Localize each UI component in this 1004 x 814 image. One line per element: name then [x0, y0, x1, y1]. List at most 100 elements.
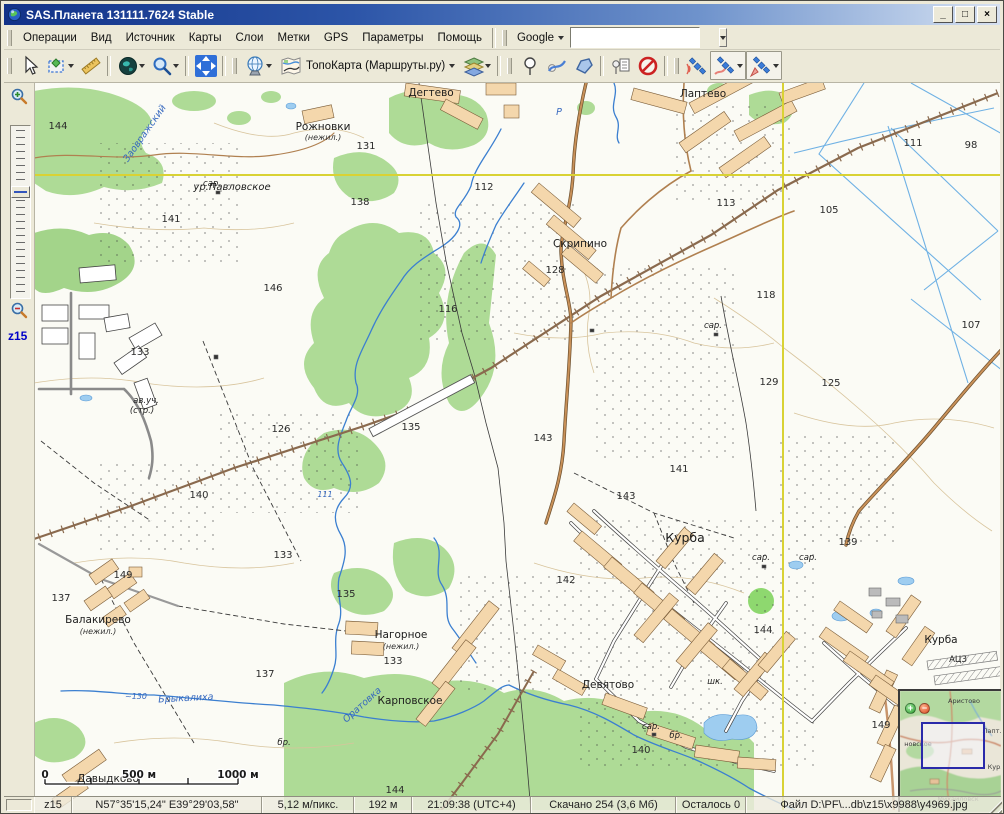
close-button[interactable]: × [977, 6, 997, 23]
separator [600, 56, 604, 76]
separator [222, 56, 226, 76]
ruler-icon [80, 55, 102, 77]
map-label: Рожновки [296, 121, 351, 133]
zoom-slider-handle[interactable] [11, 186, 30, 198]
app-icon [7, 7, 22, 22]
hide-placemarks-button[interactable] [634, 52, 661, 79]
zoom-out-icon[interactable] [10, 301, 28, 319]
topomap-icon [280, 55, 302, 77]
slider-ticks [16, 130, 25, 294]
map-label: 141 [161, 214, 180, 225]
map-label: бр. [277, 738, 290, 748]
menu-source[interactable]: Источник [119, 29, 182, 47]
map-label: (стр.) [130, 406, 154, 416]
add-route-button[interactable] [543, 52, 570, 79]
map-label: 135 [401, 422, 420, 433]
preview-globe-button[interactable] [114, 52, 148, 79]
minimap-view-rect[interactable] [922, 723, 984, 768]
dark-globe-icon [117, 55, 139, 77]
map-label: 131 [356, 141, 375, 152]
internet-cache-button[interactable] [241, 52, 275, 79]
pan-cursor-button[interactable] [16, 52, 43, 79]
chevron-down-icon [737, 64, 743, 68]
map-label: ав.уч. [133, 396, 159, 406]
map-label: сар. [752, 553, 770, 563]
map-label: 112 [474, 182, 493, 193]
menu-help[interactable]: Помощь [431, 29, 489, 47]
gps-grip[interactable] [674, 58, 679, 74]
menu-layers[interactable]: Слои [229, 29, 271, 47]
placemark-manager-button[interactable] [607, 52, 634, 79]
menu-settings[interactable]: Параметры [355, 29, 430, 47]
map-label: 128 [545, 265, 564, 276]
map-label: АЦЗ [949, 655, 967, 665]
add-polygon-button[interactable] [570, 52, 597, 79]
topo-map[interactable]: ДегтевоЛаптевоРожновки(нежил.)144Заовраж… [34, 83, 1001, 812]
google-label: Google [517, 32, 554, 44]
map-label: бр. [669, 731, 682, 741]
map-label: 139 [838, 537, 857, 548]
add-placemark-button[interactable] [516, 52, 543, 79]
minimap-zoom-in-button[interactable]: + [905, 703, 916, 714]
gps-track-button[interactable] [710, 51, 746, 80]
separator [107, 56, 111, 76]
map-label: сар. [704, 321, 722, 331]
window-title: SAS.Планета 131111.7624 Stable [26, 8, 214, 22]
search-input[interactable] [571, 30, 719, 45]
menu-operations[interactable]: Операции [16, 29, 84, 47]
map-label: 116 [438, 304, 457, 315]
google-search-select[interactable]: Google [511, 30, 570, 46]
placemark-icon [519, 55, 541, 77]
minimap[interactable]: + − АристовоновскоеЛапт.Кур.Михайловск [898, 689, 1001, 812]
menu-view[interactable]: Вид [84, 29, 119, 47]
placemark-list-icon [610, 55, 632, 77]
measure-ruler-button[interactable] [77, 52, 104, 79]
zoom-in-icon[interactable] [10, 87, 28, 105]
map-label: 500 м [122, 769, 156, 781]
status-remaining: Осталось 0 [676, 797, 746, 813]
toolbar-grip[interactable] [7, 58, 12, 74]
zoom-tool-button[interactable] [148, 52, 182, 79]
minimize-button[interactable]: _ [933, 6, 953, 23]
title-bar[interactable]: SAS.Планета 131111.7624 Stable _ □ × [4, 4, 1000, 25]
no-sign-icon [637, 55, 659, 77]
maximize-button[interactable]: □ [955, 6, 975, 23]
map-label: 135 [336, 589, 355, 600]
marks-grip[interactable] [507, 58, 512, 74]
map-label: 137 [51, 593, 70, 604]
map-label: сар. [799, 553, 817, 563]
selection-tool-button[interactable] [43, 52, 77, 79]
gps-follow-button[interactable] [746, 51, 782, 80]
map-viewport[interactable]: ДегтевоЛаптевоРожновки(нежил.)144Заовраж… [34, 83, 1001, 812]
separator [492, 28, 496, 48]
separator [497, 56, 501, 76]
map-label: шк. [707, 677, 723, 687]
polygon-icon [573, 55, 595, 77]
status-bar: z15 N57°35'15,24" E39°29'03,58" 5,12 м/п… [34, 796, 1001, 813]
app-window: SAS.Планета 131111.7624 Stable _ □ × Опе… [0, 0, 1004, 814]
search-combobox[interactable] [570, 27, 700, 48]
search-dropdown-button[interactable] [719, 28, 727, 47]
map-label: Скрипино [553, 238, 607, 250]
zoom-panel: z15 [4, 83, 35, 810]
map-label: 138 [350, 197, 369, 208]
map-label: Лапт. [983, 727, 1001, 735]
mapsource-grip[interactable] [232, 58, 237, 74]
gps-connect-button[interactable] [683, 52, 710, 79]
menu-gps[interactable]: GPS [317, 29, 355, 47]
map-label: 98 [965, 140, 978, 151]
menu-grip[interactable] [7, 30, 12, 46]
minimap-zoom-out-button[interactable]: − [919, 703, 930, 714]
search-grip[interactable] [502, 30, 507, 46]
map-source-selector[interactable]: ТопоКарта (Маршруты.ру) [275, 53, 460, 79]
zoom-slider[interactable] [10, 125, 31, 299]
map-label: 1000 м [217, 769, 258, 781]
fullscreen-button[interactable] [192, 52, 219, 79]
menu-maps[interactable]: Карты [182, 29, 229, 47]
layers-button[interactable] [460, 52, 494, 79]
map-label: 141 [669, 464, 688, 475]
map-label: Кур. [988, 763, 1001, 771]
chevron-down-icon [449, 64, 455, 68]
menu-placemarks[interactable]: Метки [270, 29, 316, 47]
map-label: 144 [385, 785, 404, 796]
